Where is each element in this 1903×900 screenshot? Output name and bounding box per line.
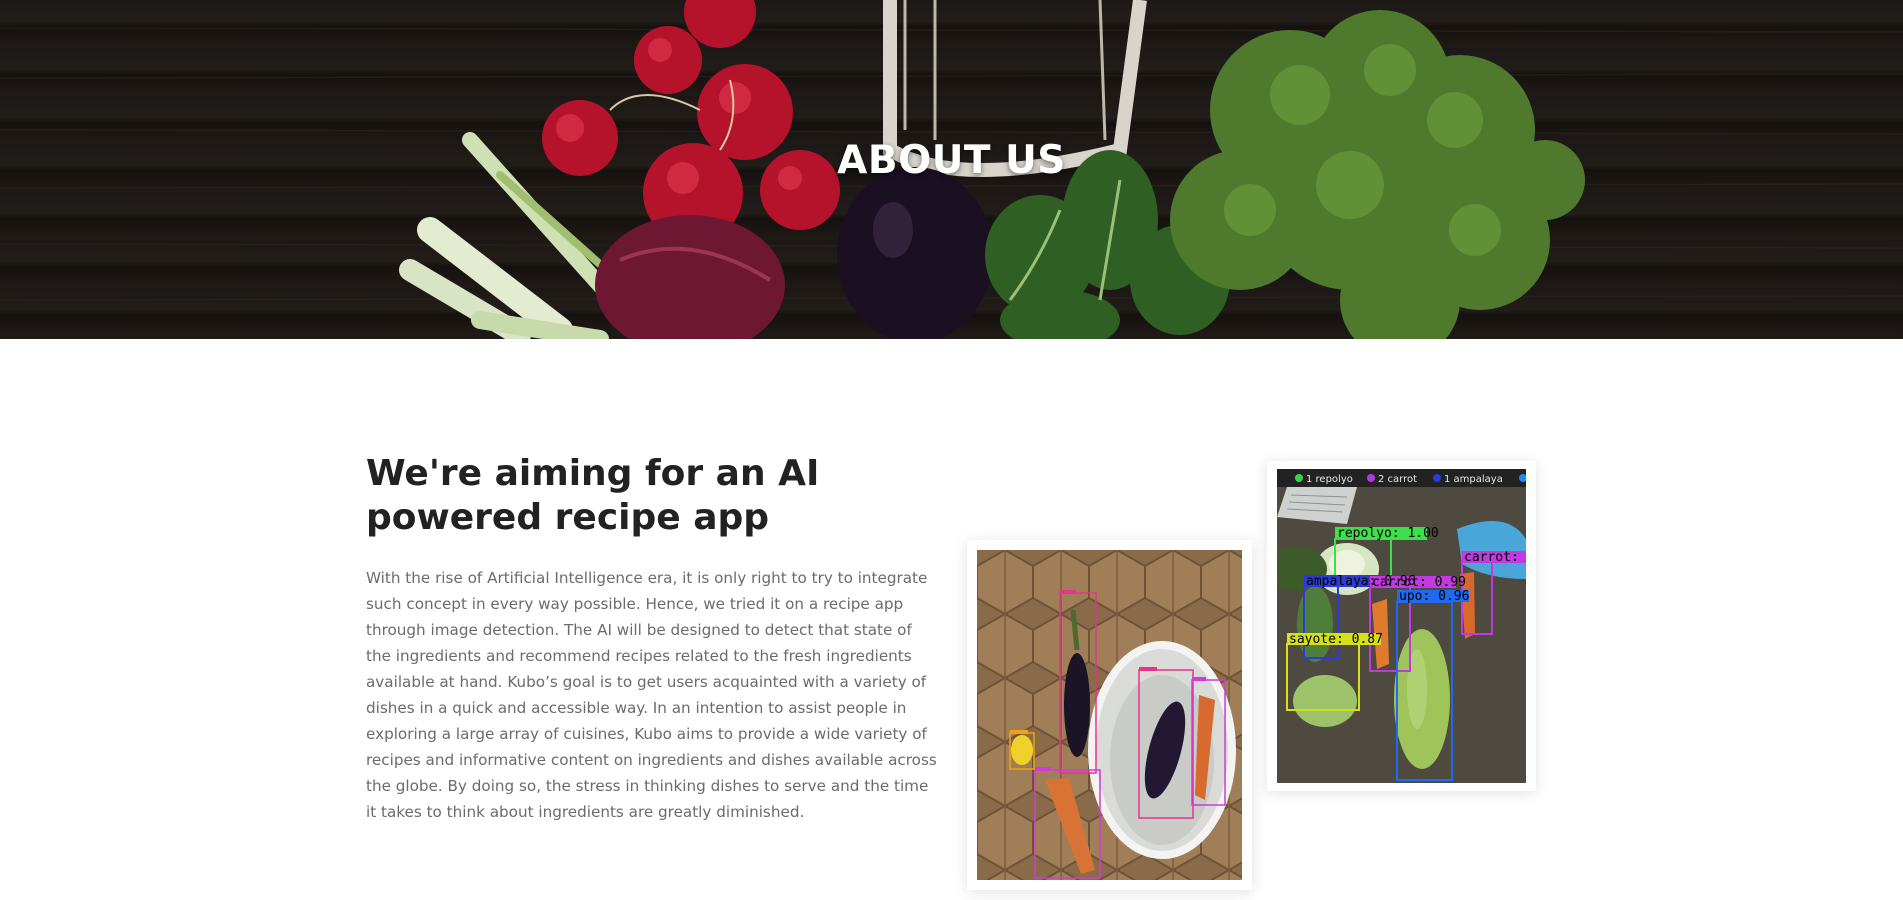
about-heading: We're aiming for an AI powered recipe ap… (366, 452, 886, 540)
about-heading-line-1: We're aiming for an AI (366, 453, 820, 494)
page-title: ABOUT US (837, 138, 1066, 183)
detection-label-upo: upo: 0.96 (1399, 589, 1469, 604)
vegetable-detection-photo-card: 1 repolyo 2 carrot 1 ampalaya repolyo: 1… (1267, 461, 1536, 791)
detection-label-carrot-2: carrot: (1464, 550, 1519, 565)
about-paragraph: With the rise of Artificial Intelligence… (366, 569, 937, 821)
detection-label-repolyo: repolyo: 1.00 (1337, 526, 1439, 541)
detection-legend: 1 repolyo 2 carrot 1 ampalaya (1295, 474, 1526, 485)
legend-item-ampalaya: 1 ampalaya (1444, 474, 1503, 485)
about-heading-line-2: powered recipe app (366, 497, 770, 538)
detection-label-carrot: carrot: 0.99 (1372, 575, 1466, 590)
eggplant-detection-photo-card (967, 540, 1252, 890)
hero-banner: ABOUT US (0, 0, 1903, 339)
detection-label-sayote: sayote: 0.87 (1289, 632, 1383, 647)
eggplant-detection-image (977, 550, 1242, 880)
vegetable-detection-image: 1 repolyo 2 carrot 1 ampalaya repolyo: 1… (1277, 469, 1526, 783)
legend-item-repolyo: 1 repolyo (1306, 474, 1353, 485)
legend-item-carrot: 2 carrot (1378, 474, 1417, 485)
